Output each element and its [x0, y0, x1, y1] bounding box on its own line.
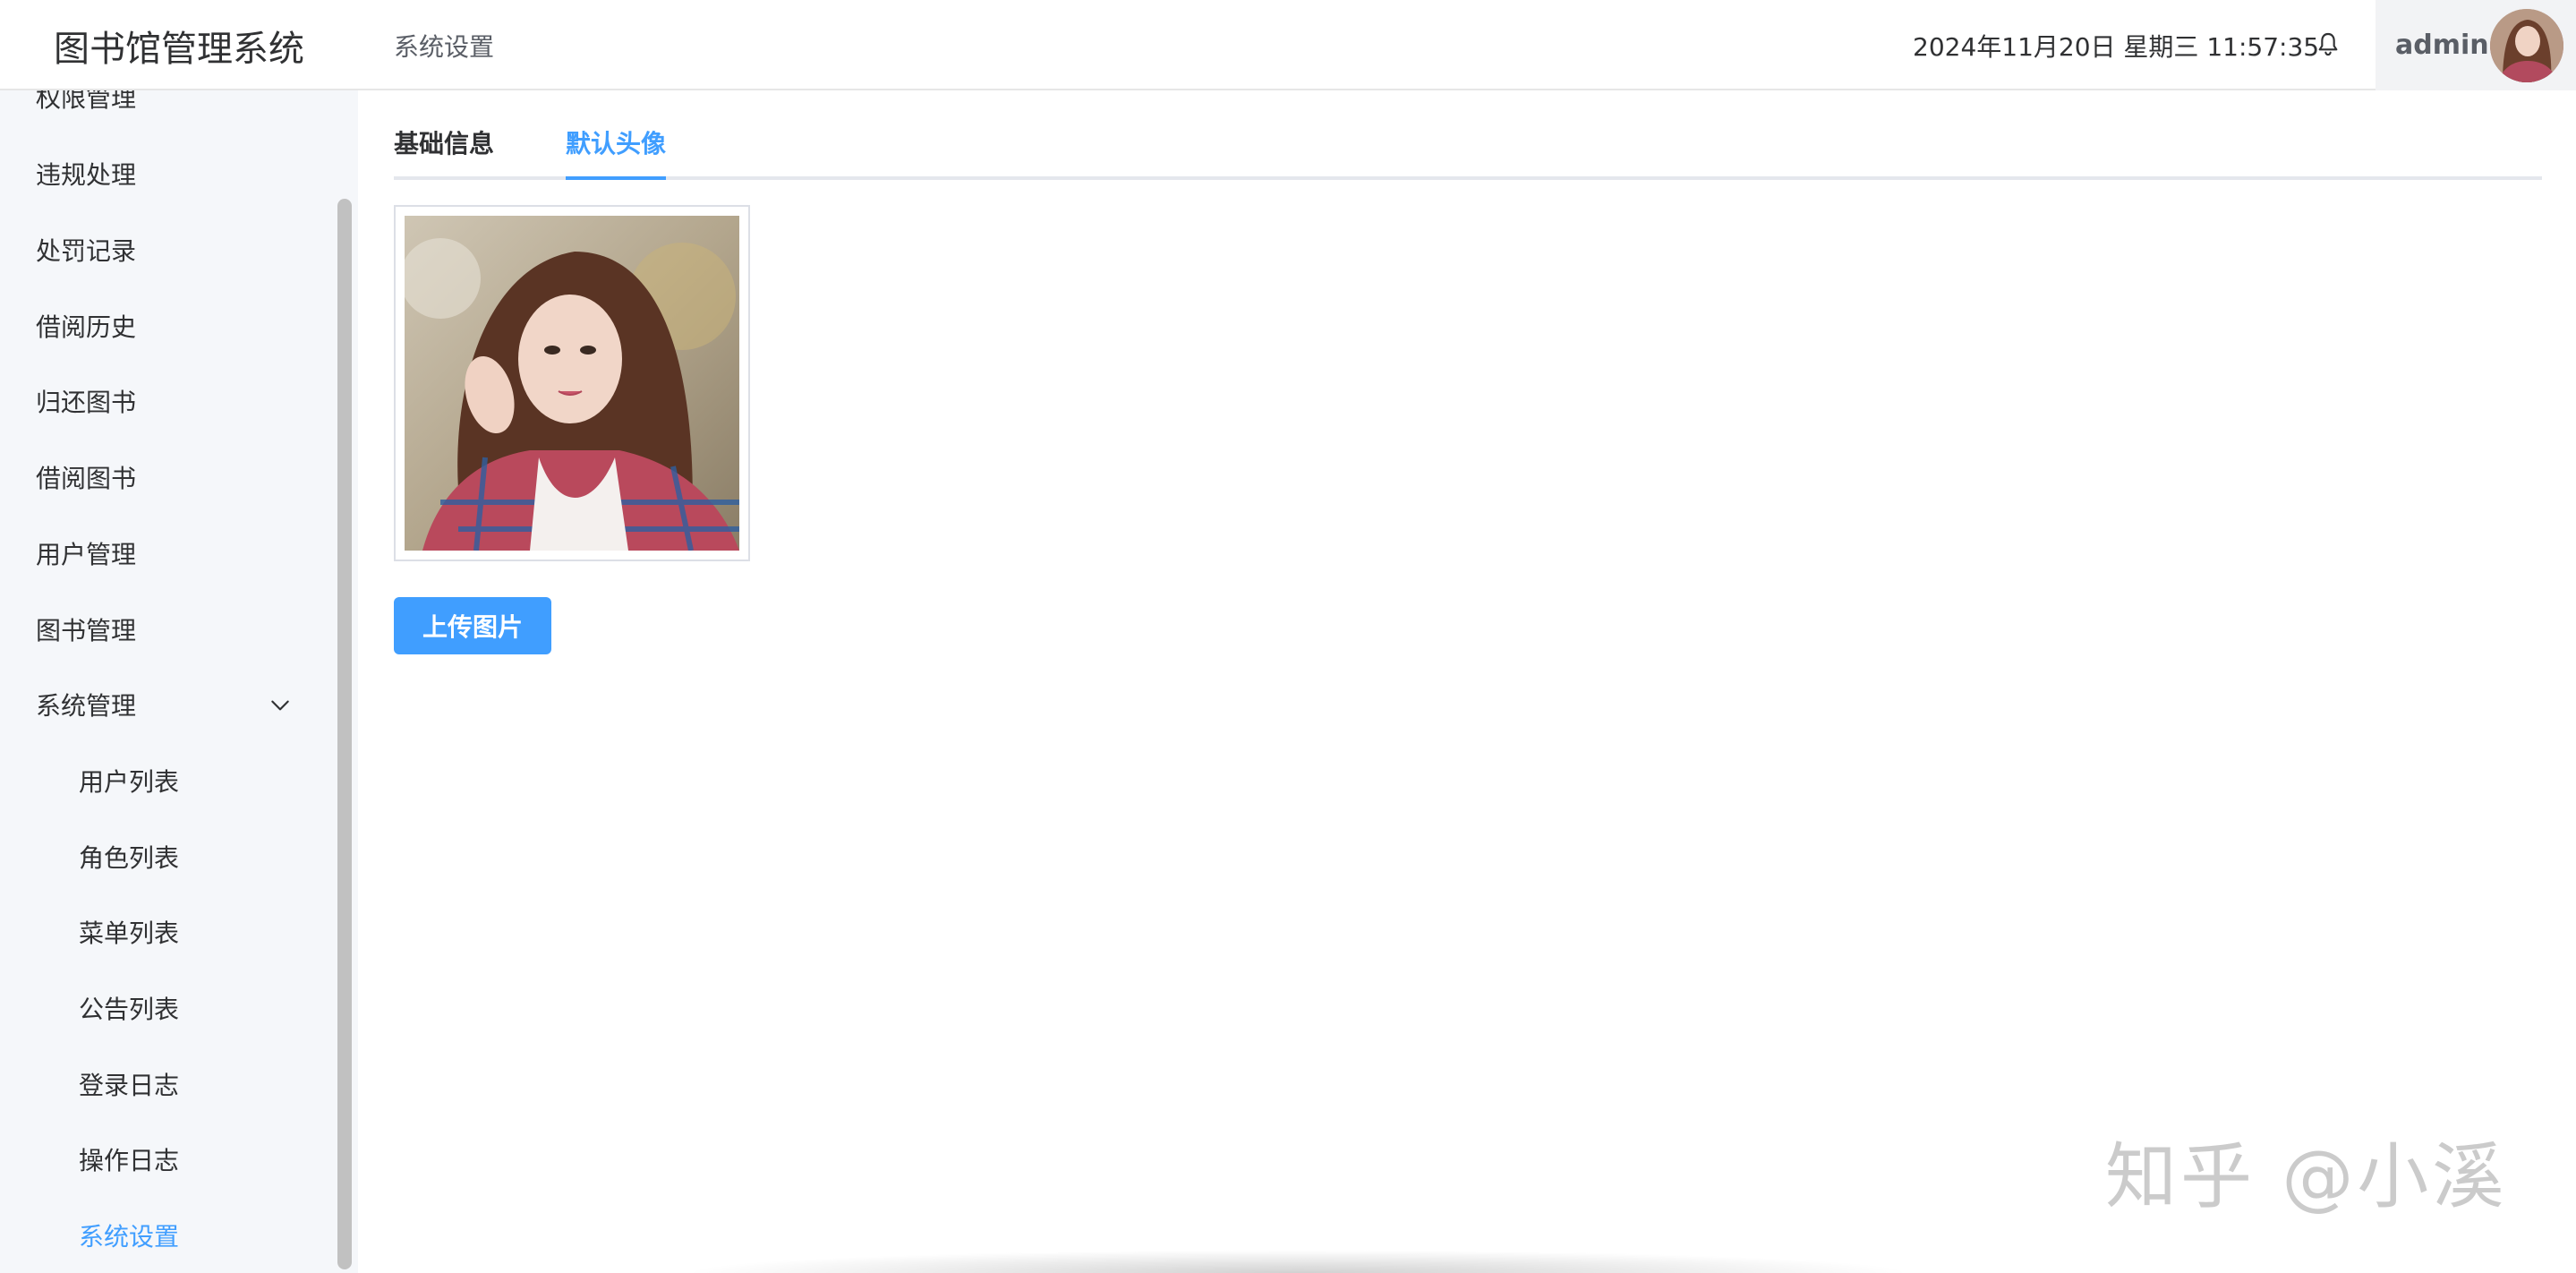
sidebar-item-penalties[interactable]: 处罚记录	[0, 212, 331, 287]
window-shadow	[680, 1250, 1915, 1273]
sidebar-item-borrow-books[interactable]: 借阅图书	[0, 440, 331, 515]
sidebar-item-label: 处罚记录	[36, 236, 137, 266]
username: admin	[2395, 30, 2489, 61]
tab-default-avatar[interactable]: 默认头像	[566, 124, 667, 180]
bell-icon[interactable]	[2314, 30, 2342, 59]
sidebar-scrollbar[interactable]	[337, 199, 352, 1269]
sidebar-item-login-log[interactable]: 登录日志	[0, 1047, 331, 1122]
sidebar-item-book-management[interactable]: 图书管理	[0, 592, 331, 667]
sidebar-item-user-list[interactable]: 用户列表	[0, 743, 331, 818]
sidebar-item-violations[interactable]: 违规处理	[0, 136, 331, 211]
sidebar-item-role-list[interactable]: 角色列表	[0, 819, 331, 894]
app-title: 图书馆管理系统	[54, 28, 304, 70]
sidebar-item-label: 系统管理	[36, 691, 137, 721]
sidebar-item-announcement-list[interactable]: 公告列表	[0, 970, 331, 1046]
sidebar-item-label: 用户管理	[36, 540, 137, 569]
settings-tabs: 基础信息 默认头像	[394, 90, 2542, 180]
sidebar-item-label: 登录日志	[79, 1071, 180, 1100]
sidebar-item-label: 归还图书	[36, 388, 137, 417]
datetime-display: 2024年11月20日 星期三 11:57:35	[1913, 31, 2320, 62]
avatar-preview-frame	[394, 205, 750, 561]
sidebar-item-label: 图书管理	[36, 616, 137, 645]
sidebar-item-label: 违规处理	[36, 160, 137, 190]
sidebar: 权限管理 违规处理 处罚记录 借阅历史 归还图书 借阅图书 用户管理 图书管理 …	[0, 90, 358, 1273]
default-avatar-image	[405, 216, 739, 551]
sidebar-item-system-settings[interactable]: 系统设置	[0, 1198, 331, 1273]
sidebar-item-permissions[interactable]: 权限管理	[0, 90, 331, 134]
sidebar-item-label: 用户列表	[79, 767, 180, 797]
tab-basic-info[interactable]: 基础信息	[394, 124, 494, 176]
sidebar-item-label: 系统设置	[79, 1222, 180, 1252]
upload-image-button[interactable]: 上传图片	[394, 597, 551, 654]
sidebar-item-operation-log[interactable]: 操作日志	[0, 1122, 331, 1197]
avatar[interactable]	[2490, 9, 2563, 82]
sidebar-item-borrow-history[interactable]: 借阅历史	[0, 288, 331, 363]
top-header: 图书馆管理系统 系统设置 2024年11月20日 星期三 11:57:35 ad…	[0, 0, 2576, 90]
sidebar-item-label: 权限管理	[36, 90, 137, 113]
sidebar-item-label: 借阅历史	[36, 312, 137, 342]
user-menu[interactable]: admin	[2376, 0, 2576, 90]
sidebar-item-label: 操作日志	[79, 1146, 180, 1175]
sidebar-item-user-management[interactable]: 用户管理	[0, 516, 331, 591]
breadcrumb: 系统设置	[394, 31, 495, 62]
sidebar-item-label: 菜单列表	[79, 918, 180, 948]
watermark: 知乎 @小溪	[2105, 1135, 2508, 1218]
sidebar-item-label: 公告列表	[79, 995, 180, 1024]
sidebar-item-menu-list[interactable]: 菜单列表	[0, 894, 331, 970]
sidebar-item-label: 角色列表	[79, 843, 180, 873]
sidebar-item-return-books[interactable]: 归还图书	[0, 363, 331, 439]
chevron-down-icon	[271, 700, 289, 711]
main-content: 基础信息 默认头像 上传图片	[358, 90, 2576, 1273]
sidebar-item-system-management[interactable]: 系统管理	[0, 667, 331, 742]
sidebar-item-label: 借阅图书	[36, 464, 137, 493]
